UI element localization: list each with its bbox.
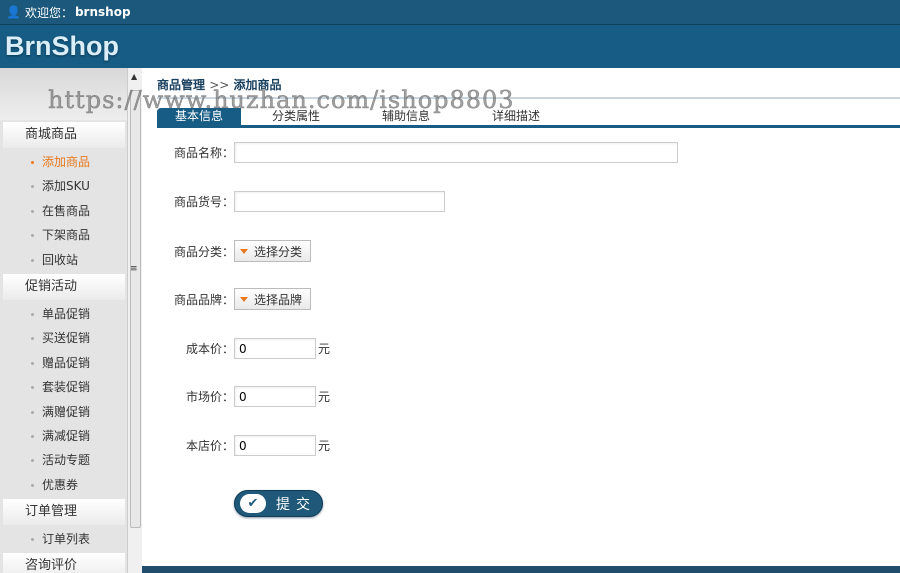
sidebar-item-label: 买送促销 — [42, 331, 91, 346]
user-icon: 👤 — [6, 5, 21, 19]
sidebar-item-label: 优惠券 — [42, 477, 79, 492]
scrollbar-thumb[interactable] — [130, 90, 141, 528]
tab-aux-info[interactable]: 辅助信息 — [351, 108, 461, 125]
unit-label: 元 — [318, 342, 331, 356]
button-label: 选择品牌 — [254, 292, 303, 307]
tab-bar: 基本信息 分类属性 辅助信息 详细描述 — [157, 108, 900, 128]
submit-label: 提交 — [276, 496, 316, 513]
sidebar-group-header[interactable]: 商城商品 — [3, 122, 125, 148]
button-label: 选择分类 — [254, 244, 303, 259]
sidebar-group-promotions: 促销活动 单品促销 买送促销 赠品促销 套装促销 满赠促销 满减促销 活动专题 … — [0, 273, 127, 497]
sidebar-group-header[interactable]: 订单管理 — [3, 499, 125, 526]
dropdown-arrow-icon — [240, 296, 249, 302]
sidebar-item-label: 满赠促销 — [42, 404, 91, 419]
breadcrumb-separator: >> — [209, 78, 230, 92]
main-content: 商品管理 >> 添加商品 基本信息 分类属性 辅助信息 详细描述 商品名称： 商… — [142, 68, 900, 573]
unit-label: 元 — [318, 439, 331, 453]
sidebar-item-gift[interactable]: 赠品促销 — [0, 351, 127, 375]
divider — [157, 97, 900, 99]
sidebar-item-label: 赠品促销 — [42, 355, 91, 370]
sidebar-item-label: 添加商品 — [42, 155, 91, 169]
scroll-up-icon[interactable]: ▲ — [131, 72, 137, 81]
shop-price-input[interactable] — [234, 435, 317, 456]
sidebar-item-single[interactable]: 单品促销 — [0, 302, 127, 326]
breadcrumb-current: 添加商品 — [233, 78, 282, 92]
sidebar-item-coupon[interactable]: 优惠券 — [0, 473, 127, 497]
sidebar-item-add-sku[interactable]: 添加SKU — [0, 174, 127, 198]
bottom-bar — [142, 566, 900, 573]
sidebar-item-label: 活动专题 — [42, 453, 91, 468]
sidebar-scrollbar[interactable]: ▲ ≡ — [127, 68, 142, 573]
select-brand-button[interactable]: 选择品牌 — [234, 288, 312, 310]
sidebar-item-recycle[interactable]: 回收站 — [0, 248, 127, 272]
sidebar-item-full-gift[interactable]: 满赠促销 — [0, 400, 127, 424]
unit-label: 元 — [318, 390, 331, 404]
sidebar-item-label: 套装促销 — [42, 380, 91, 395]
product-sn-input[interactable] — [234, 191, 446, 212]
select-category-button[interactable]: 选择分类 — [234, 240, 312, 262]
header: BrnShop — [0, 25, 900, 68]
sidebar-item-on-sale[interactable]: 在售商品 — [0, 199, 127, 223]
sidebar-item-label: 订单列表 — [42, 532, 91, 547]
product-name-label: 商品名称： — [174, 146, 235, 160]
sidebar-item-label: 下架商品 — [42, 228, 91, 243]
logo: BrnShop — [5, 31, 119, 61]
sidebar-item-label: 满减促销 — [42, 428, 91, 443]
username: brnshop — [74, 5, 131, 19]
submit-button[interactable]: ✔ 提交 — [234, 490, 323, 517]
top-bar: 👤 欢迎您： brnshop — [0, 0, 900, 25]
tab-description[interactable]: 详细描述 — [461, 108, 571, 125]
tab-basic-info[interactable]: 基本信息 — [157, 108, 241, 125]
checkmark-icon: ✔ — [240, 494, 266, 513]
sidebar-group-orders: 订单管理 订单列表 — [0, 499, 127, 551]
sidebar: 商城商品 添加商品 添加SKU 在售商品 下架商品 回收站 促销活动 单品促销 … — [0, 68, 127, 573]
sidebar-group-products: 商城商品 添加商品 添加SKU 在售商品 下架商品 回收站 — [0, 122, 127, 272]
sidebar-item-order-list[interactable]: 订单列表 — [0, 527, 127, 551]
welcome-text: 欢迎您： — [24, 5, 73, 20]
sidebar-item-topic[interactable]: 活动专题 — [0, 448, 127, 472]
sidebar-group-header[interactable]: 促销活动 — [3, 273, 125, 300]
cost-price-input[interactable] — [234, 338, 317, 359]
sidebar-item-label: 单品促销 — [42, 306, 91, 321]
sidebar-item-full-cut[interactable]: 满减促销 — [0, 424, 127, 448]
sidebar-item-buy-send[interactable]: 买送促销 — [0, 326, 127, 350]
breadcrumb-parent[interactable]: 商品管理 — [157, 78, 205, 92]
sidebar-group-header[interactable]: 咨询评价 — [3, 553, 125, 573]
product-name-input[interactable] — [234, 142, 679, 163]
brand-label: 商品品牌： — [174, 292, 235, 307]
category-label: 商品分类： — [174, 244, 235, 259]
sidebar-item-off-sale[interactable]: 下架商品 — [0, 223, 127, 247]
tab-category-attrs[interactable]: 分类属性 — [241, 108, 351, 125]
cost-price-label: 成本价： — [186, 342, 235, 356]
sidebar-item-label: 回收站 — [42, 252, 79, 267]
grip-icon: ≡ — [130, 264, 138, 274]
dropdown-arrow-icon — [240, 248, 249, 254]
sidebar-item-label: 在售商品 — [42, 203, 91, 218]
product-sn-label: 商品货号： — [174, 195, 235, 209]
shop-price-label: 本店价： — [186, 439, 235, 453]
sidebar-item-add-product[interactable]: 添加商品 — [0, 150, 127, 174]
market-price-label: 市场价： — [186, 390, 235, 404]
sidebar-item-suit[interactable]: 套装促销 — [0, 375, 127, 399]
market-price-input[interactable] — [234, 386, 317, 407]
sidebar-banner — [0, 68, 127, 120]
breadcrumb: 商品管理 >> 添加商品 — [157, 76, 282, 93]
sidebar-item-label: 添加SKU — [42, 179, 90, 194]
